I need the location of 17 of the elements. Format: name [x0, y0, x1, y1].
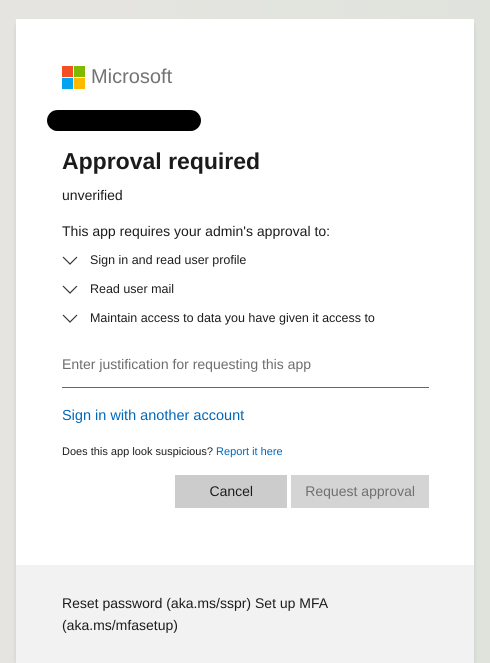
- report-link[interactable]: Report it here: [216, 444, 283, 460]
- logo-icon: [62, 66, 85, 88]
- permission-item[interactable]: Maintain access to data you have given it access to: [62, 304, 428, 333]
- cancel-button[interactable]: Cancel: [175, 475, 288, 508]
- app-status: unverified: [62, 186, 124, 205]
- chevron-down-icon: [62, 256, 78, 265]
- other-account-link[interactable]: Sign in with another account: [62, 406, 428, 428]
- chevron-down-icon: [62, 284, 78, 294]
- intro-text: This app requires your admin's approval to:: [62, 222, 332, 241]
- chevron-down-icon: [62, 314, 78, 323]
- footer-text: Reset password (aka.ms/sspr) Set up MFA (aka.ms/mfasetup): [62, 594, 329, 635]
- permission-item[interactable]: Read user mail: [62, 274, 428, 304]
- dialog-title: Approval required: [62, 147, 262, 176]
- permission-item[interactable]: Sign in and read user profile: [62, 246, 428, 275]
- brand-name: Microsoft: [91, 67, 172, 87]
- justification-field[interactable]: Enter justification for requesting this app: [62, 350, 429, 388]
- suspicious-question: Does this app look suspicious?: [62, 444, 214, 460]
